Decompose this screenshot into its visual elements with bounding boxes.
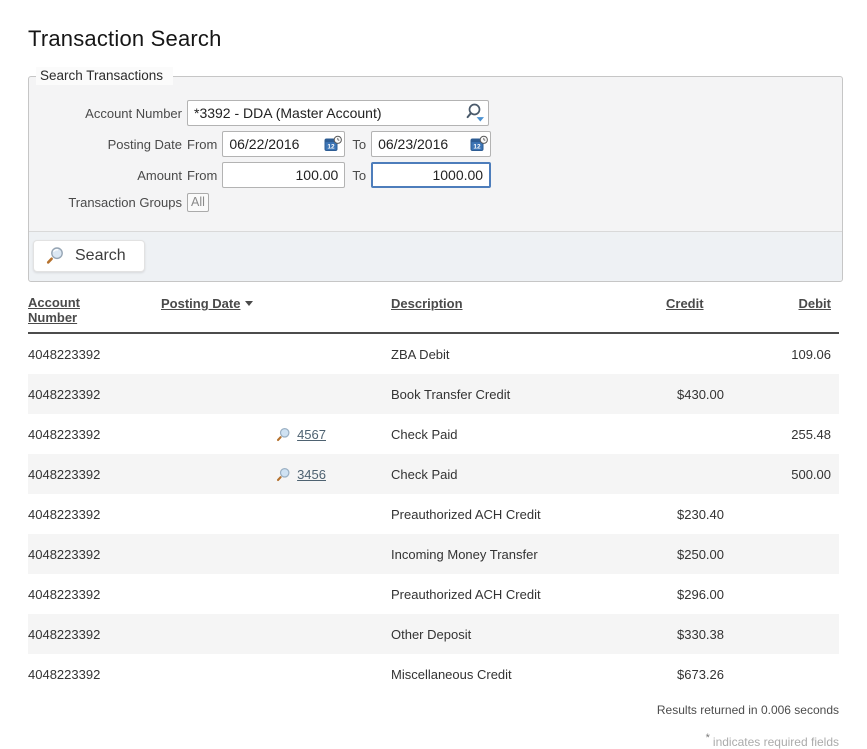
column-header-posting-date: Posting Date xyxy=(161,295,326,313)
search-form: Account Number Posting Date From xyxy=(29,77,842,231)
transaction-search-page: Transaction Search Search Transactions A… xyxy=(0,0,867,737)
cell-description: Miscellaneous Credit xyxy=(326,667,666,682)
cell-check: 3456 xyxy=(161,467,326,482)
table-row: 4048223392 Book Transfer Credit $430.00 xyxy=(28,374,839,414)
page-title: Transaction Search xyxy=(28,26,843,52)
cell-account-number: 4048223392 xyxy=(28,507,161,522)
cell-description: Other Deposit xyxy=(326,627,666,642)
cell-credit: $430.00 xyxy=(666,387,766,402)
table-row: 4048223392 3456 Check Paid 500.00 xyxy=(28,454,839,494)
cell-debit: 500.00 xyxy=(766,467,839,482)
amount-to-label: To xyxy=(352,168,366,183)
cell-account-number: 4048223392 xyxy=(28,587,161,602)
cell-account-number: 4048223392 xyxy=(28,427,161,442)
cell-credit: $673.26 xyxy=(666,667,766,682)
check-number-link[interactable]: 4567 xyxy=(297,427,326,442)
cell-debit: 109.06 xyxy=(766,347,839,362)
svg-text:12: 12 xyxy=(328,144,336,151)
panel-legend: Search Transactions xyxy=(36,67,173,85)
results-body: 4048223392 ZBA Debit 109.06 4048223392 B… xyxy=(28,334,839,694)
cell-account-number: 4048223392 xyxy=(28,667,161,682)
transaction-groups-row: Transaction Groups All xyxy=(37,193,832,212)
cell-account-number: 4048223392 xyxy=(28,387,161,402)
cell-account-number: 4048223392 xyxy=(28,347,161,362)
column-header-debit: Debit xyxy=(766,295,839,313)
table-row: 4048223392 ZBA Debit 109.06 xyxy=(28,334,839,374)
posting-date-from-label: From xyxy=(187,137,217,152)
posting-date-label: Posting Date xyxy=(37,137,182,152)
cell-credit: $330.38 xyxy=(666,627,766,642)
results-timing: Results returned in 0.006 seconds xyxy=(28,703,839,717)
cell-description: Incoming Money Transfer xyxy=(326,547,666,562)
table-row: 4048223392 4567 Check Paid 255.48 xyxy=(28,414,839,454)
view-check-magnifier-icon[interactable] xyxy=(276,427,291,442)
required-fields-note: *indicates required fields xyxy=(28,732,839,749)
column-header-credit: Credit xyxy=(666,295,766,313)
search-icon xyxy=(46,246,65,265)
posting-date-to-label: To xyxy=(352,137,366,152)
cell-description: Check Paid xyxy=(326,467,666,482)
account-number-row: Account Number xyxy=(37,100,832,126)
amount-to-input[interactable] xyxy=(371,162,491,188)
table-row: 4048223392 Preauthorized ACH Credit $296… xyxy=(28,574,839,614)
results-table: Account Number Posting Date Description … xyxy=(28,295,839,749)
account-lookup-icon[interactable] xyxy=(463,103,485,124)
account-number-input[interactable] xyxy=(187,100,489,126)
amount-from-input[interactable] xyxy=(222,162,345,188)
calendar-icon[interactable]: 12 xyxy=(324,136,342,153)
cell-account-number: 4048223392 xyxy=(28,547,161,562)
transaction-groups-all-button[interactable]: All xyxy=(187,193,209,212)
required-marker: * xyxy=(706,732,710,744)
amount-label: Amount xyxy=(37,168,182,183)
table-row: 4048223392 Miscellaneous Credit $673.26 xyxy=(28,654,839,694)
account-number-label: Account Number xyxy=(37,106,182,121)
transaction-groups-label: Transaction Groups xyxy=(37,195,182,210)
column-header-account-number: Account Number xyxy=(28,295,161,327)
check-number-link[interactable]: 3456 xyxy=(297,467,326,482)
cell-account-number: 4048223392 xyxy=(28,627,161,642)
cell-description: Preauthorized ACH Credit xyxy=(326,587,666,602)
table-row: 4048223392 Other Deposit $330.38 xyxy=(28,614,839,654)
cell-credit: $296.00 xyxy=(666,587,766,602)
table-row: 4048223392 Incoming Money Transfer $250.… xyxy=(28,534,839,574)
cell-description: ZBA Debit xyxy=(326,347,666,362)
search-panel: Search Transactions Account Number xyxy=(28,76,843,282)
amount-from-label: From xyxy=(187,168,217,183)
cell-credit: $230.40 xyxy=(666,507,766,522)
posting-date-row: Posting Date From 12 xyxy=(37,131,832,157)
cell-description: Check Paid xyxy=(326,427,666,442)
cell-description: Preauthorized ACH Credit xyxy=(326,507,666,522)
cell-debit: 255.48 xyxy=(766,427,839,442)
cell-description: Book Transfer Credit xyxy=(326,387,666,402)
cell-account-number: 4048223392 xyxy=(28,467,161,482)
table-row: 4048223392 Preauthorized ACH Credit $230… xyxy=(28,494,839,534)
cell-check: 4567 xyxy=(161,427,326,442)
column-header-description: Description xyxy=(326,295,666,313)
panel-actions: Search xyxy=(29,231,842,281)
sort-descending-icon xyxy=(245,301,253,306)
amount-row: Amount From To xyxy=(37,162,832,188)
calendar-icon[interactable]: 12 xyxy=(470,136,488,153)
search-button-label: Search xyxy=(75,247,126,265)
svg-text:12: 12 xyxy=(473,144,481,151)
cell-credit: $250.00 xyxy=(666,547,766,562)
results-header: Account Number Posting Date Description … xyxy=(28,295,839,334)
search-button[interactable]: Search xyxy=(33,240,145,272)
view-check-magnifier-icon[interactable] xyxy=(276,467,291,482)
